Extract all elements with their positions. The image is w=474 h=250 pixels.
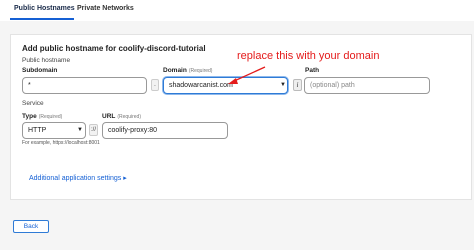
back-button[interactable]: Back: [13, 220, 49, 233]
arrow-annotation: [228, 66, 266, 84]
